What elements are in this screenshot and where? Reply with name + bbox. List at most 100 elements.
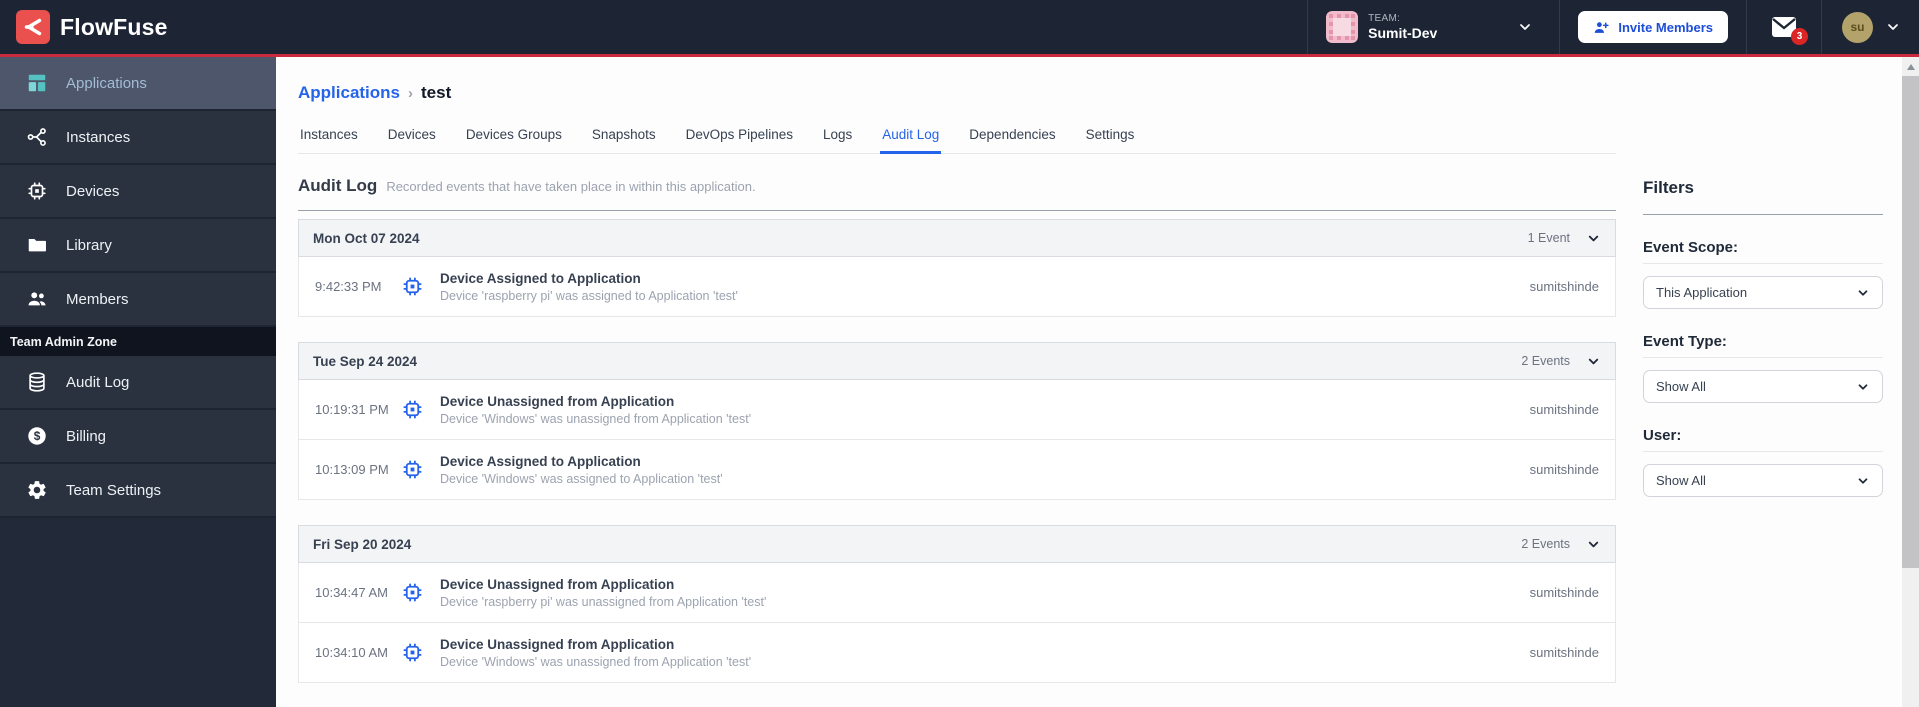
- breadcrumb-current: test: [421, 83, 452, 102]
- user-plus-icon: [1595, 21, 1609, 33]
- audit-log-list: Mon Oct 07 2024 1 Event 9:42:33 PM Devic…: [298, 219, 1616, 683]
- team-selector[interactable]: TEAM: Sumit-Dev: [1307, 0, 1559, 54]
- page-subtitle: Recorded events that have taken place in…: [386, 179, 756, 194]
- event-description: Device 'Windows' was unassigned from App…: [440, 411, 752, 426]
- applications-icon: [26, 72, 48, 94]
- audit-group-header[interactable]: Fri Sep 20 2024 2 Events: [298, 525, 1616, 563]
- audit-event-row: 9:42:33 PM Device Assigned to Applicatio…: [298, 257, 1616, 317]
- brand-name: FlowFuse: [60, 13, 168, 40]
- event-description: Device 'raspberry pi' was unassigned fro…: [440, 594, 767, 609]
- chevron-down-icon: [1586, 231, 1601, 246]
- chevron-down-icon: [1586, 354, 1601, 369]
- sidebar-item-library[interactable]: Library: [0, 219, 276, 273]
- tab-instances[interactable]: Instances: [298, 119, 360, 154]
- filter-label: Event Scope:: [1643, 239, 1883, 264]
- tab-snapshots[interactable]: Snapshots: [590, 119, 658, 154]
- group-date: Tue Sep 24 2024: [313, 353, 418, 369]
- sidebar-item-audit-log[interactable]: Audit Log: [0, 356, 276, 410]
- devices-icon: [26, 180, 48, 202]
- filter-selected-value: This Application: [1656, 285, 1748, 300]
- group-rows: 10:34:47 AM Device Unassigned from Appli…: [298, 563, 1616, 683]
- filters-divider: [1643, 214, 1883, 215]
- audit-group-header[interactable]: Mon Oct 07 2024 1 Event: [298, 219, 1616, 257]
- tab-audit-log[interactable]: Audit Log: [880, 119, 942, 154]
- sidebar: Applications Instances Devices Library M…: [0, 57, 276, 707]
- brand: FlowFuse: [0, 10, 168, 44]
- team-name: Sumit-Dev: [1368, 24, 1438, 41]
- chevron-down-icon: [1856, 380, 1870, 394]
- sidebar-item-devices[interactable]: Devices: [0, 165, 276, 219]
- sidebar-item-billing[interactable]: $ Billing: [0, 410, 276, 464]
- filter-fields: Event Scope: This Application Event Type…: [1643, 239, 1883, 497]
- breadcrumb: Applications › test: [298, 83, 1616, 103]
- device-chip-icon: [401, 581, 424, 604]
- filter-field-user: User: Show All: [1643, 427, 1883, 497]
- tab-logs[interactable]: Logs: [821, 119, 854, 154]
- content-column: Applications › test Instances Devices Devi…: [298, 57, 1616, 707]
- vertical-scrollbar[interactable]: [1902, 57, 1919, 707]
- sidebar-admin-nav: Audit Log $ Billing Team Settings: [0, 356, 276, 518]
- filter-select[interactable]: This Application: [1643, 276, 1883, 309]
- tab-devops-pipelines[interactable]: DevOps Pipelines: [684, 119, 795, 154]
- audit-log-icon: [26, 371, 48, 393]
- tab-dependencies[interactable]: Dependencies: [967, 119, 1057, 154]
- filter-select[interactable]: Show All: [1643, 464, 1883, 497]
- device-chip-icon: [401, 641, 424, 664]
- device-chip-icon: [401, 275, 424, 298]
- event-title: Device Unassigned from Application: [440, 636, 675, 652]
- breadcrumb-applications-link[interactable]: Applications: [298, 83, 400, 103]
- invite-members-button[interactable]: Invite Members: [1578, 11, 1728, 43]
- breadcrumb-separator: ›: [408, 84, 414, 102]
- scroll-up-arrow-icon: [1906, 63, 1915, 70]
- scrollbar-up-button[interactable]: [1902, 57, 1919, 76]
- app-root: FlowFuse TEAM: Sumit-Dev Invite Members …: [0, 0, 1919, 707]
- event-time: 10:34:10 AM: [315, 645, 388, 660]
- filter-label: User:: [1643, 427, 1883, 452]
- main-area: Applications › test Instances Devices Devi…: [276, 57, 1902, 707]
- tab-devices[interactable]: Devices: [386, 119, 438, 154]
- sidebar-item-instances[interactable]: Instances: [0, 111, 276, 165]
- svg-text:$: $: [34, 429, 41, 443]
- audit-event-row: 10:19:31 PM Device Unassigned from Appli…: [298, 380, 1616, 440]
- chevron-down-icon: [1517, 19, 1533, 35]
- filter-field-event-type: Event Type: Show All: [1643, 333, 1883, 403]
- invite-members-label: Invite Members: [1618, 19, 1713, 35]
- filter-select[interactable]: Show All: [1643, 370, 1883, 403]
- audit-group-header[interactable]: Tue Sep 24 2024 2 Events: [298, 342, 1616, 380]
- audit-group: Mon Oct 07 2024 1 Event 9:42:33 PM Devic…: [298, 219, 1616, 317]
- device-chip-icon: [401, 458, 424, 481]
- top-navbar: FlowFuse TEAM: Sumit-Dev Invite Members …: [0, 0, 1919, 54]
- event-title: Device Assigned to Application: [440, 270, 641, 286]
- team-settings-icon: [26, 479, 48, 501]
- scrollbar-thumb[interactable]: [1902, 76, 1919, 568]
- user-menu[interactable]: su: [1821, 0, 1919, 54]
- notification-badge: 3: [1791, 28, 1808, 45]
- page-title: Audit Log: [298, 176, 378, 195]
- filter-selected-value: Show All: [1656, 379, 1706, 394]
- instances-icon: [26, 126, 48, 148]
- team-avatar: [1326, 11, 1359, 43]
- group-date: Mon Oct 07 2024: [313, 230, 420, 246]
- sidebar-item-applications[interactable]: Applications: [0, 57, 276, 111]
- invite-wrap: Invite Members: [1559, 0, 1746, 54]
- group-event-count: 1 Event: [1527, 231, 1570, 245]
- sidebar-item-members[interactable]: Members: [0, 273, 276, 327]
- filter-label: Event Type:: [1643, 333, 1883, 358]
- device-chip-icon: [401, 398, 424, 421]
- page-header: Audit Log Recorded events that have take…: [298, 176, 1616, 196]
- event-title: Device Assigned to Application: [440, 453, 641, 469]
- tab-devices-groups[interactable]: Devices Groups: [464, 119, 564, 154]
- event-user: sumitshinde: [1529, 585, 1599, 600]
- library-icon: [26, 234, 48, 256]
- members-icon: [26, 288, 48, 310]
- team-label: TEAM:: [1368, 13, 1401, 25]
- header-divider: [298, 210, 1616, 211]
- event-time: 10:13:09 PM: [315, 462, 389, 477]
- group-event-count: 2 Events: [1521, 354, 1570, 368]
- chevron-down-icon: [1856, 286, 1870, 300]
- tab-settings[interactable]: Settings: [1084, 119, 1137, 154]
- event-time: 9:42:33 PM: [315, 279, 382, 294]
- sidebar-item-team-settings[interactable]: Team Settings: [0, 464, 276, 518]
- notifications-button[interactable]: 3: [1746, 0, 1821, 54]
- event-user: sumitshinde: [1529, 645, 1599, 660]
